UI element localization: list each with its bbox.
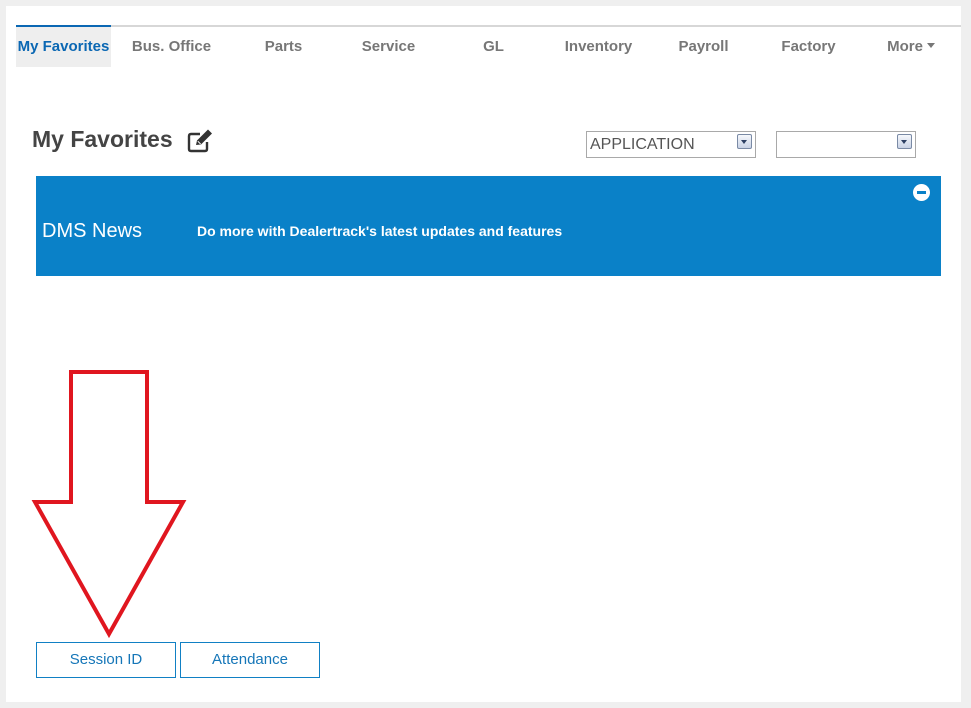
- tab-factory[interactable]: Factory: [761, 27, 856, 67]
- tab-more-label: More: [887, 38, 923, 55]
- application-select-value: APPLICATION: [590, 136, 695, 153]
- attendance-button[interactable]: Attendance: [180, 642, 320, 678]
- minus-circle-icon[interactable]: [913, 184, 930, 201]
- edit-icon[interactable]: [186, 128, 214, 154]
- tab-my-favorites[interactable]: My Favorites: [16, 25, 111, 67]
- dms-news-banner: DMS News Do more with Dealertrack's late…: [36, 176, 941, 276]
- page-title: My Favorites: [32, 126, 173, 152]
- caret-down-icon: [926, 42, 935, 48]
- down-arrow-annotation: [31, 370, 187, 639]
- tab-bus-office[interactable]: Bus. Office: [124, 27, 219, 67]
- secondary-select[interactable]: [776, 131, 916, 158]
- tab-service[interactable]: Service: [341, 27, 436, 67]
- dropdown-arrow-icon[interactable]: [737, 134, 752, 149]
- top-nav: My Favorites Bus. Office Parts Service G…: [16, 25, 961, 69]
- tab-payroll[interactable]: Payroll: [656, 27, 751, 67]
- news-title: DMS News: [42, 220, 143, 242]
- tab-more[interactable]: More: [871, 27, 951, 67]
- session-id-button[interactable]: Session ID: [36, 642, 176, 678]
- application-select[interactable]: APPLICATION: [586, 131, 756, 158]
- dropdown-arrow-icon[interactable]: [897, 134, 912, 149]
- news-text: Do more with Dealertrack's latest update…: [197, 223, 563, 239]
- tab-gl[interactable]: GL: [446, 27, 541, 67]
- tab-parts[interactable]: Parts: [236, 27, 331, 67]
- tab-inventory[interactable]: Inventory: [551, 27, 646, 67]
